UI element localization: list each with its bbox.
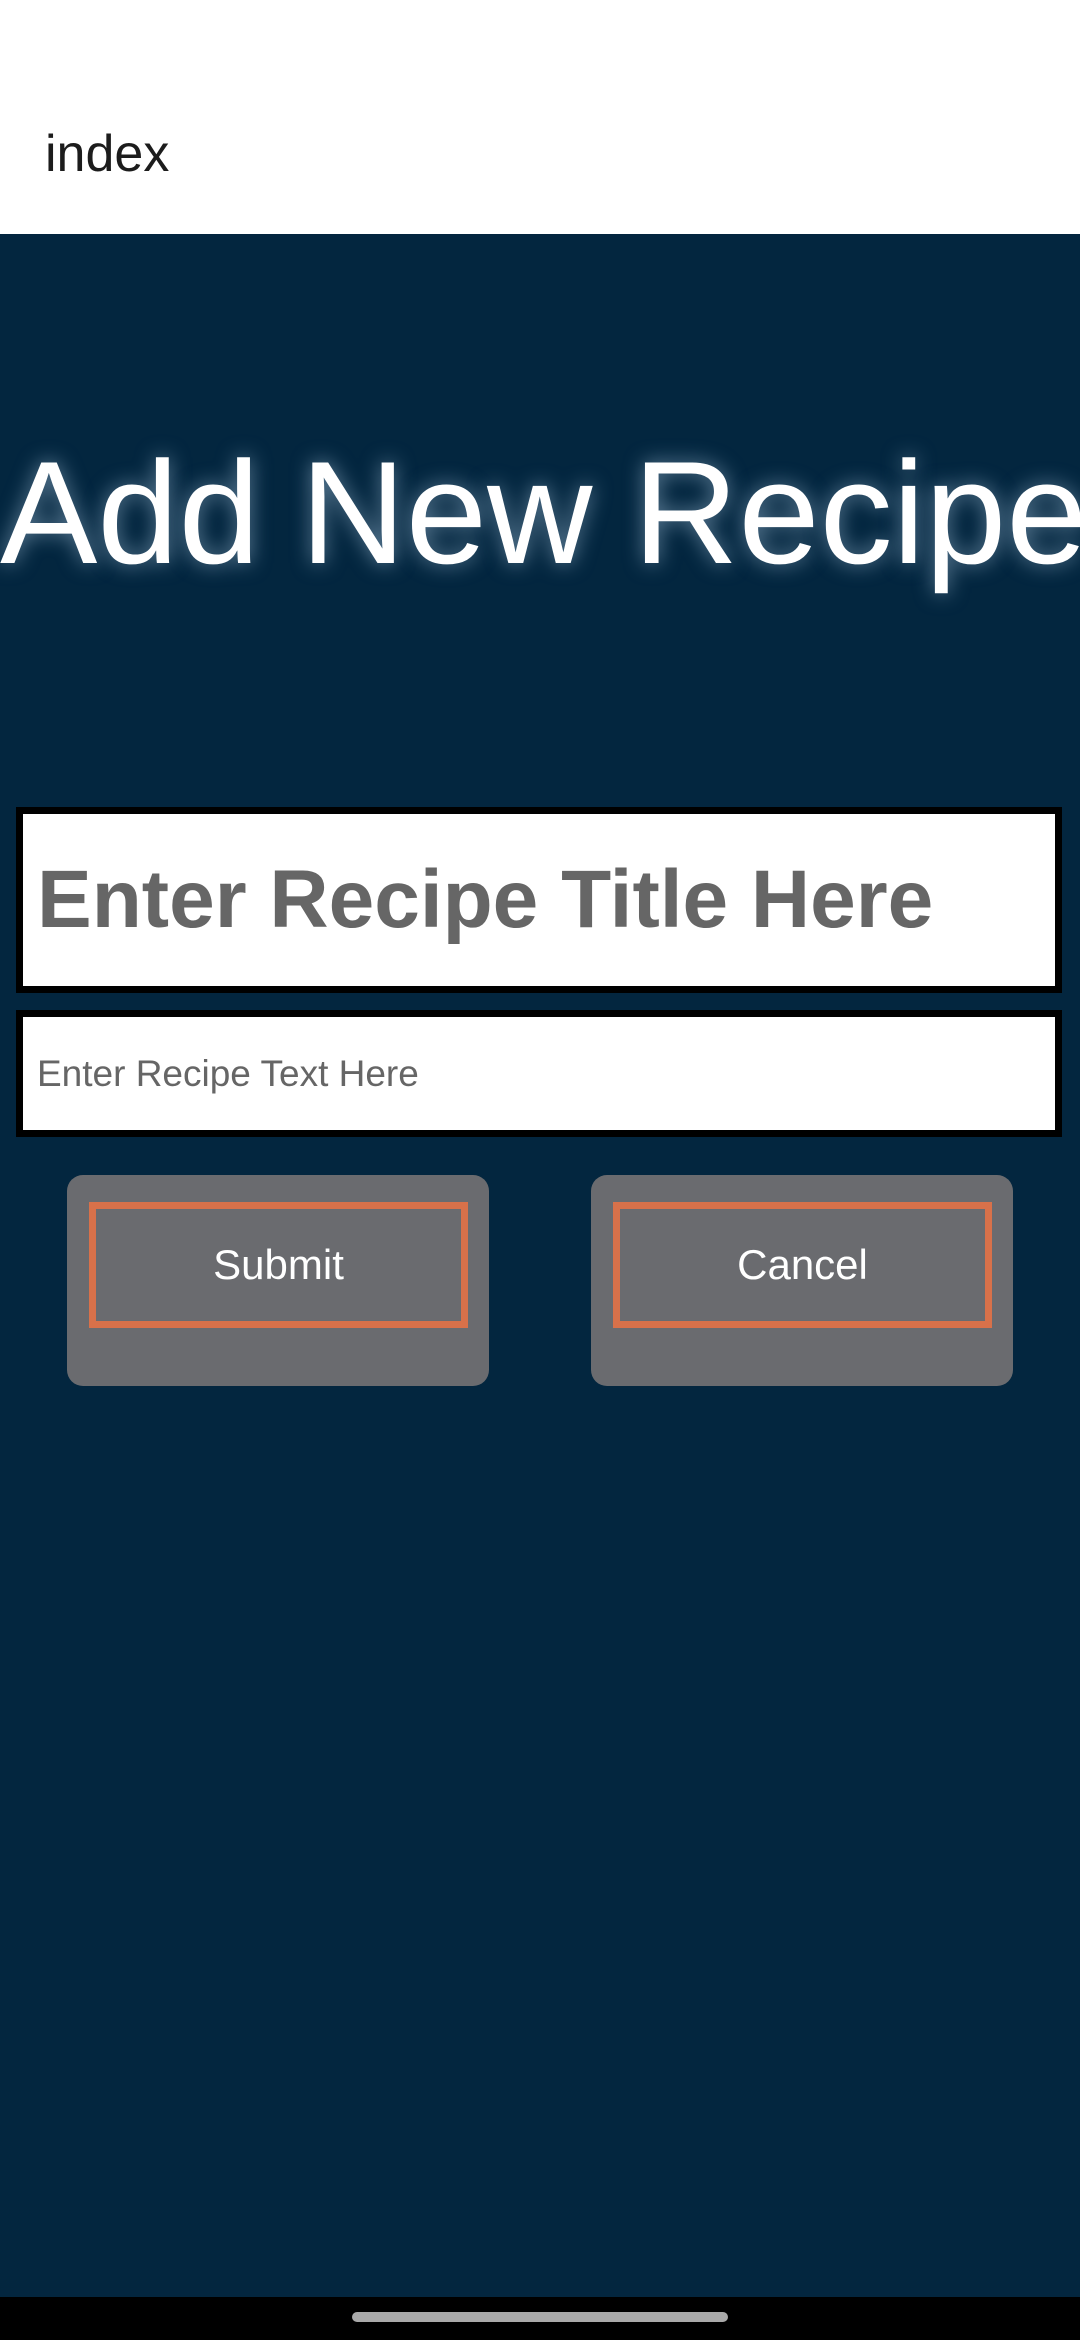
app-header: index: [0, 0, 1080, 234]
header-title: index: [45, 125, 170, 183]
submit-button-label: Submit: [89, 1202, 468, 1328]
system-navigation-bar: [0, 2297, 1080, 2340]
page-title: Add New Recipe: [0, 431, 1080, 594]
submit-button[interactable]: Submit: [67, 1175, 489, 1386]
cancel-button-label: Cancel: [613, 1202, 992, 1328]
home-gesture-handle[interactable]: [352, 2312, 728, 2322]
cancel-button[interactable]: Cancel: [591, 1175, 1013, 1386]
recipe-title-input[interactable]: Enter Recipe Title Here: [16, 807, 1062, 993]
recipe-text-input[interactable]: Enter Recipe Text Here: [16, 1010, 1062, 1137]
